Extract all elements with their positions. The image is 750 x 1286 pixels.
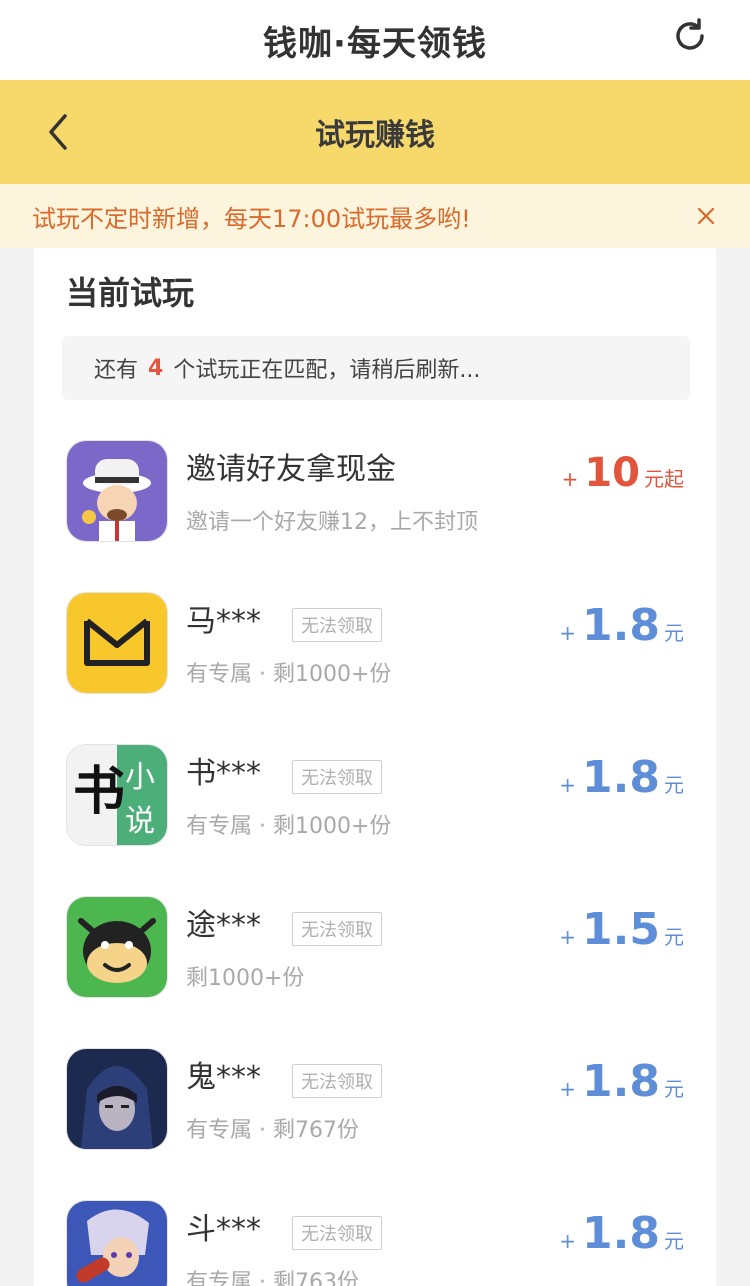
trial-item-dou[interactable]: 斗*** 无法领取 有专属 · 剩763份 + 1.8 元	[34, 1184, 716, 1286]
unavailable-badge: 无法领取	[292, 608, 382, 642]
trial-reward: + 10 元起	[562, 450, 684, 496]
trial-desc: 剩1000+份	[186, 966, 305, 991]
trial-name: 马***	[186, 604, 261, 639]
reward-amount: 10	[584, 450, 640, 496]
notice-bar: 试玩不定时新增，每天17:00试玩最多哟!	[0, 184, 750, 248]
reward-amount: 1.8	[582, 1056, 660, 1107]
refresh-button[interactable]	[668, 14, 712, 58]
page-title: 试玩赚钱	[315, 118, 435, 153]
svg-text:说: 说	[125, 804, 155, 839]
section-title: 当前试玩	[66, 274, 195, 312]
trial-item-shu[interactable]: 书 小 说 书*** 无法领取 有专属 · 剩1000+份 + 1.8 元	[34, 728, 716, 880]
trial-desc: 邀请一个好友赚12，上不封顶	[186, 510, 478, 535]
trial-desc: 有专属 · 剩763份	[186, 1270, 359, 1286]
trial-name: 鬼***	[186, 1060, 261, 1095]
cow-app-icon	[66, 896, 168, 998]
reward-amount: 1.8	[582, 600, 660, 651]
mail-app-icon	[66, 592, 168, 694]
unavailable-badge: 无法领取	[292, 1064, 382, 1098]
trial-name: 邀请好友拿现金	[186, 452, 396, 487]
ghost-game-app-icon	[66, 1048, 168, 1150]
trial-reward: + 1.8 元	[559, 1208, 684, 1259]
matching-prefix: 还有	[94, 358, 139, 383]
trial-item-invite[interactable]: 邀请好友拿现金 邀请一个好友赚12，上不封顶 + 10 元起	[34, 424, 716, 576]
trial-reward: + 1.8 元	[559, 600, 684, 651]
trial-name: 书***	[186, 756, 261, 791]
trial-reward: + 1.8 元	[559, 752, 684, 803]
unavailable-badge: 无法领取	[292, 912, 382, 946]
current-trials-card: 当前试玩 还有 4 个试玩正在匹配，请稍后刷新... 邀请好友拿现金 邀请一个好…	[34, 248, 716, 1286]
trial-item-tu[interactable]: 途*** 无法领取 剩1000+份 + 1.5 元	[34, 880, 716, 1032]
svg-text:小: 小	[125, 760, 155, 795]
app-title: 钱咖·每天领钱	[263, 23, 487, 64]
nav-bar: 试玩赚钱	[0, 80, 750, 184]
reward-amount: 1.8	[582, 1208, 660, 1259]
close-icon	[697, 207, 715, 225]
reward-unit: 元	[664, 773, 684, 797]
reward-amount: 1.8	[582, 752, 660, 803]
reward-plus: +	[559, 621, 577, 645]
reward-amount: 1.5	[582, 904, 660, 955]
notice-close-button[interactable]	[690, 200, 722, 232]
trial-item-gui[interactable]: 鬼*** 无法领取 有专属 · 剩767份 + 1.8 元	[34, 1032, 716, 1184]
fight-game-app-icon	[66, 1200, 168, 1286]
reward-plus: +	[561, 467, 579, 491]
reward-plus: +	[559, 1077, 577, 1101]
trial-item-ma[interactable]: 马*** 无法领取 有专属 · 剩1000+份 + 1.8 元	[34, 576, 716, 728]
novel-app-icon: 书 小 说	[66, 744, 168, 846]
trial-name: 斗***	[186, 1212, 261, 1247]
trial-desc: 有专属 · 剩1000+份	[186, 814, 392, 839]
reward-unit: 元	[664, 621, 684, 645]
invite-friend-app-icon	[66, 440, 168, 542]
matching-count: 4	[148, 355, 164, 381]
reward-plus: +	[559, 925, 577, 949]
trial-desc: 有专属 · 剩1000+份	[186, 662, 392, 687]
reward-unit: 元起	[644, 467, 684, 491]
notice-text: 试玩不定时新增，每天17:00试玩最多哟!	[32, 204, 471, 233]
reward-unit: 元	[664, 925, 684, 949]
matching-suffix: 个试玩正在匹配，请稍后刷新...	[173, 358, 481, 383]
svg-text:书: 书	[73, 761, 125, 822]
chevron-left-icon	[49, 114, 67, 150]
trial-name: 途***	[186, 908, 261, 943]
trial-list: 邀请好友拿现金 邀请一个好友赚12，上不封顶 + 10 元起 马*** 无法领取…	[34, 424, 716, 1286]
back-button[interactable]	[30, 104, 86, 160]
unavailable-badge: 无法领取	[292, 1216, 382, 1250]
unavailable-badge: 无法领取	[292, 760, 382, 794]
trial-reward: + 1.8 元	[559, 1056, 684, 1107]
reward-unit: 元	[664, 1077, 684, 1101]
app-title-bar: 钱咖·每天领钱	[0, 0, 750, 80]
reward-plus: +	[559, 773, 577, 797]
reward-unit: 元	[664, 1229, 684, 1253]
matching-banner: 还有 4 个试玩正在匹配，请稍后刷新...	[62, 336, 690, 400]
reward-plus: +	[559, 1229, 577, 1253]
trial-desc: 有专属 · 剩767份	[186, 1118, 359, 1143]
refresh-icon	[676, 18, 704, 50]
trial-reward: + 1.5 元	[559, 904, 684, 955]
